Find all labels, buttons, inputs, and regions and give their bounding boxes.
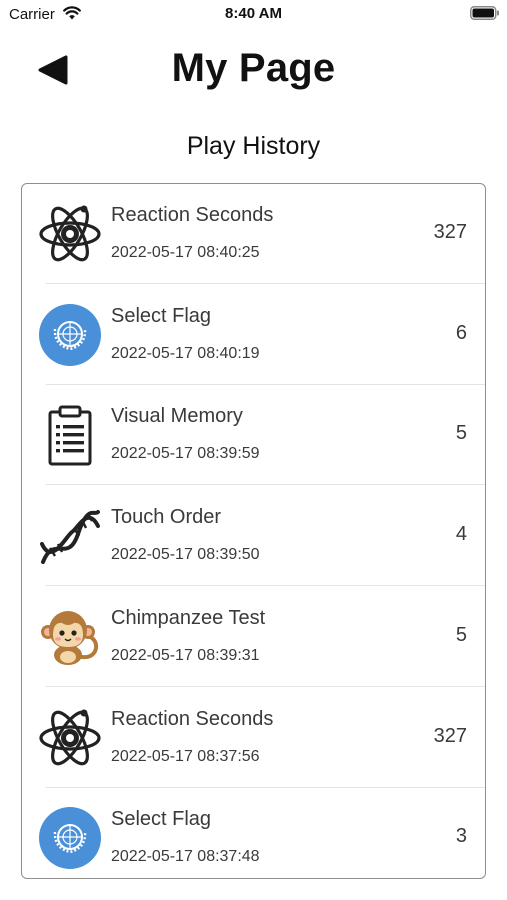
play-date: 2022-05-17 08:37:48 xyxy=(111,848,260,866)
atom-icon xyxy=(38,706,102,770)
play-date: 2022-05-17 08:37:56 xyxy=(111,747,260,765)
section-title: Play History xyxy=(186,132,321,160)
atom-icon xyxy=(38,202,102,266)
score: 6 xyxy=(455,321,467,344)
game-name: Reaction Seconds xyxy=(111,204,274,226)
page-title: My Page xyxy=(171,46,336,90)
play-history-list[interactable]: Reaction Seconds 2022-05-17 08:40:25 327 Se… xyxy=(21,183,486,879)
history-row[interactable]: Chimpanzee Test 2022-05-17 08:39:31 5 xyxy=(22,587,485,687)
play-date: 2022-05-17 08:40:25 xyxy=(111,244,260,261)
history-row[interactable]: Select Flag 2022-05-17 08:37:48 3 xyxy=(22,788,485,879)
game-name: Select Flag xyxy=(111,808,212,831)
play-date: 2022-05-17 08:39:59 xyxy=(111,445,260,463)
un-flag-icon xyxy=(38,303,102,367)
clock: 8:40 AM xyxy=(225,5,282,22)
game-name: Reaction Seconds xyxy=(111,707,274,730)
history-row[interactable]: Select Flag 2022-05-17 08:40:19 6 xyxy=(22,285,485,385)
battery-icon xyxy=(470,6,499,20)
game-name: Visual Memory xyxy=(111,405,243,428)
play-date: 2022-05-17 08:39:50 xyxy=(111,546,260,564)
history-row[interactable]: Touch Order 2022-05-17 08:39:50 4 xyxy=(22,486,485,587)
play-date: 2022-05-17 08:40:19 xyxy=(111,344,260,362)
game-name: Chimpanzee Test xyxy=(111,606,266,629)
game-name: Select Flag xyxy=(111,304,212,327)
clipboard-icon xyxy=(38,403,102,467)
play-date: 2022-05-17 08:39:31 xyxy=(111,646,260,664)
score: 327 xyxy=(433,221,467,243)
score: 5 xyxy=(455,422,467,445)
score: 327 xyxy=(433,724,467,747)
score: 3 xyxy=(455,825,467,848)
score: 5 xyxy=(455,623,467,646)
history-row[interactable]: Reaction Seconds 2022-05-17 08:40:25 327 xyxy=(22,184,485,284)
monkey-icon xyxy=(38,605,102,669)
status-bar: Carrier 8:40 AM xyxy=(0,0,507,28)
nav-header: My Page xyxy=(0,40,507,100)
game-name: Touch Order xyxy=(111,506,222,529)
score: 4 xyxy=(455,523,467,546)
history-row[interactable]: Reaction Seconds 2022-05-17 08:37:56 327 xyxy=(22,688,485,788)
history-row[interactable]: Visual Memory 2022-05-17 08:39:59 5 xyxy=(22,385,485,486)
un-flag-icon xyxy=(38,806,102,870)
dna-icon xyxy=(38,504,102,568)
